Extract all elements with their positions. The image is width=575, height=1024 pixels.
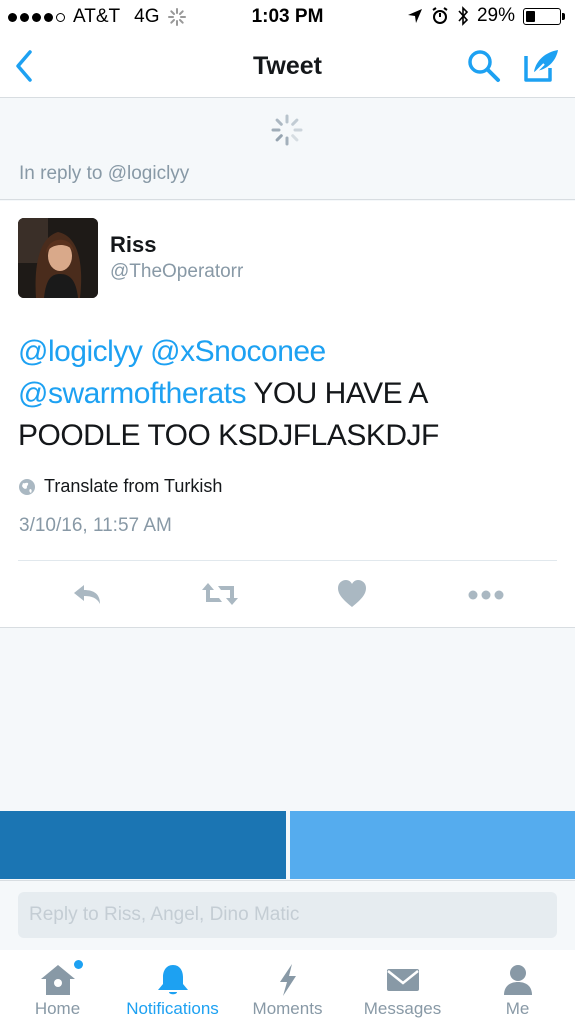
reply-icon bbox=[74, 585, 100, 604]
person-icon bbox=[503, 965, 532, 995]
more-icon bbox=[468, 590, 504, 600]
translate-label: Translate from Turkish bbox=[44, 476, 223, 496]
nav-bar: Tweet bbox=[0, 34, 575, 98]
banner-left-panel bbox=[0, 811, 286, 879]
status-bar-right: 29% bbox=[407, 5, 565, 27]
avatar-image bbox=[18, 218, 98, 298]
tab-me[interactable]: Me bbox=[460, 950, 575, 1024]
location-arrow-icon bbox=[407, 9, 422, 23]
tab-notifications[interactable]: Notifications bbox=[115, 950, 230, 1024]
tab-label: Home bbox=[34, 999, 81, 1018]
tweet-detail: Riss @TheOperatorr @logiclyy @xSnoconee … bbox=[0, 201, 575, 628]
envelope-icon bbox=[386, 969, 419, 991]
tweet-body-text: YOU HAVE A bbox=[246, 377, 428, 410]
tweet-timestamp: 3/10/16, 11:57 AM bbox=[19, 515, 172, 536]
tab-label: Notifications bbox=[126, 999, 219, 1018]
in-reply-to-label[interactable]: In reply to @logiclyy bbox=[19, 163, 189, 185]
compose-button[interactable] bbox=[522, 46, 562, 84]
tab-label: Me bbox=[505, 999, 530, 1018]
lightning-icon bbox=[279, 964, 296, 996]
battery-percent: 29% bbox=[476, 5, 515, 26]
bluetooth-icon bbox=[458, 6, 469, 26]
globe-icon bbox=[19, 478, 35, 495]
tweet-body-text: POODLE TOO KSDJFLASKDJF bbox=[18, 419, 439, 452]
tab-bar: Home Notifications Moments Messages Me bbox=[0, 950, 575, 1024]
tab-label: Messages bbox=[363, 999, 442, 1018]
tab-messages[interactable]: Messages bbox=[345, 950, 460, 1024]
reply-context: In reply to @logiclyy bbox=[0, 99, 575, 200]
battery-icon bbox=[523, 7, 565, 25]
reply-button[interactable] bbox=[70, 579, 106, 609]
home-notification-dot bbox=[74, 960, 83, 969]
tab-label: Moments bbox=[252, 999, 323, 1018]
mention-link[interactable]: @logiclyy bbox=[18, 335, 143, 368]
more-button[interactable] bbox=[466, 579, 506, 609]
mention-link[interactable]: @swarmoftherats bbox=[18, 377, 247, 410]
translate-button[interactable]: Translate from Turkish bbox=[18, 476, 222, 497]
reply-bar bbox=[0, 880, 575, 950]
search-button[interactable] bbox=[466, 48, 502, 84]
compose-icon bbox=[524, 50, 558, 82]
tab-moments[interactable]: Moments bbox=[230, 950, 345, 1024]
retweet-button[interactable] bbox=[200, 579, 240, 609]
like-icon bbox=[338, 580, 366, 607]
status-bar: AT&T 4G 1:03 PM 29% bbox=[0, 0, 575, 34]
avatar[interactable] bbox=[18, 218, 98, 298]
retweet-icon bbox=[202, 583, 238, 605]
author-name[interactable]: Riss bbox=[110, 232, 156, 258]
banner-right-panel bbox=[290, 811, 575, 879]
author-handle[interactable]: @TheOperatorr bbox=[110, 261, 243, 283]
tab-home[interactable]: Home bbox=[0, 950, 115, 1024]
loading-spinner-icon bbox=[271, 114, 303, 146]
search-icon bbox=[468, 50, 500, 82]
mention-link[interactable]: @xSnoconee bbox=[150, 335, 326, 368]
bell-icon bbox=[157, 965, 188, 995]
reply-input[interactable] bbox=[18, 892, 557, 938]
like-button[interactable] bbox=[336, 579, 368, 609]
tweet-actions bbox=[0, 561, 575, 627]
tweet-text: @logiclyy @xSnoconee @swarmoftherats YOU… bbox=[18, 331, 558, 457]
home-icon bbox=[40, 965, 75, 995]
alarm-icon bbox=[432, 7, 448, 24]
